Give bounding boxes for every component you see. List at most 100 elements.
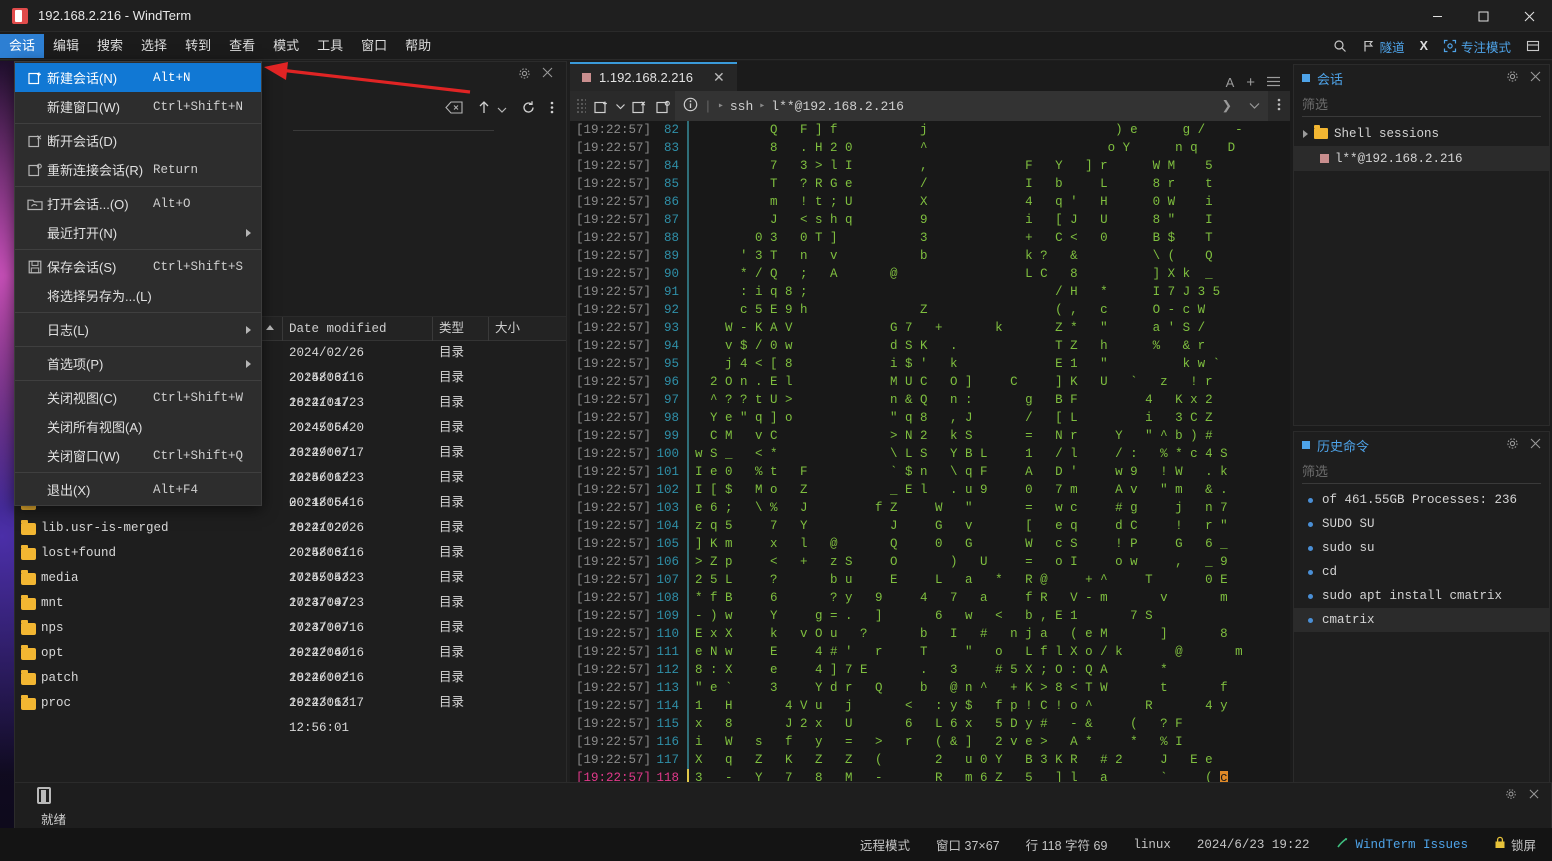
tree-row-shell-sessions[interactable]: Shell sessions [1294, 121, 1549, 146]
focus-mode-button[interactable]: 专注模式 [1437, 35, 1517, 58]
list-item[interactable]: cmatrix [1294, 608, 1549, 632]
tree-row-session[interactable]: l**@192.168.2.216 [1294, 146, 1549, 171]
terminal-line: [19:22:57]85 T ? R G e / I b L 8 r t [570, 175, 1290, 193]
vertical-dots-icon[interactable] [1268, 97, 1290, 115]
gear-icon[interactable] [1506, 437, 1519, 453]
clear-path-icon[interactable] [445, 101, 463, 117]
history-list[interactable]: of 461.55GB Processes: 236SUDO SUsudo su… [1294, 484, 1549, 824]
maximize-button[interactable] [1460, 0, 1506, 32]
menu-item-重新连接会话R[interactable]: 重新连接会话(R)Return [15, 155, 261, 184]
terminal-tab[interactable]: 1.192.168.2.216 ✕ [570, 62, 737, 91]
menu-item-新建会话N[interactable]: 新建会话(N)Alt+N [15, 63, 261, 92]
menu-item-新建窗口W[interactable]: 新建窗口(W)Ctrl+Shift+N [15, 92, 261, 121]
menu-item-退出X[interactable]: 退出(X)Alt+F4 [15, 475, 261, 504]
reconnect-tab-icon[interactable] [651, 94, 675, 118]
status-os[interactable]: linux [1133, 838, 1171, 852]
menu-window[interactable]: 窗口 [352, 34, 396, 58]
search-button[interactable] [1327, 37, 1353, 55]
table-row[interactable]: patch2024/06/16 19:23:13目录 [15, 666, 566, 691]
menu-icon[interactable] [1267, 75, 1280, 90]
list-item[interactable]: cd [1294, 560, 1549, 584]
table-row[interactable]: nps2024/06/16 19:22:40目录 [15, 616, 566, 641]
caret-down-icon[interactable] [613, 94, 627, 118]
file-type: 目录 [433, 666, 489, 691]
menu-select[interactable]: 选择 [132, 34, 176, 58]
close-icon[interactable] [1530, 70, 1541, 86]
status-lock-label[interactable]: 锁屏 [1511, 835, 1536, 854]
menu-item-关闭视图C[interactable]: 关闭视图(C)Ctrl+Shift+W [15, 383, 261, 412]
table-row[interactable]: lib.usr-is-merged2024/02/26 20:58:31目录 [15, 516, 566, 541]
menu-item-关闭所有视图A[interactable]: 关闭所有视图(A) [15, 412, 261, 441]
line-number: 99 [651, 427, 687, 445]
column-type[interactable]: 类型 [433, 317, 489, 341]
table-row[interactable]: mnt2024/04/23 17:37:07目录 [15, 591, 566, 616]
list-item[interactable]: sudo apt install cmatrix [1294, 584, 1549, 608]
status-window-size[interactable]: 窗口 37×67 [936, 835, 1000, 854]
menu-help[interactable]: 帮助 [396, 34, 440, 58]
gear-icon[interactable] [518, 67, 532, 81]
column-date[interactable]: Date modified [283, 317, 433, 341]
menu-item-断开会话D[interactable]: 断开会话(D) [15, 126, 261, 155]
status-issues[interactable]: WindTerm Issues [1335, 836, 1468, 854]
font-size-icon[interactable]: A [1226, 75, 1235, 90]
menu-item-最近打开N[interactable]: 最近打开(N) [15, 218, 261, 247]
layout-button[interactable] [1520, 37, 1546, 55]
menu-tools[interactable]: 工具 [308, 34, 352, 58]
protocol-label[interactable]: ssh [730, 99, 753, 114]
sessions-tree[interactable]: Shell sessions l**@192.168.2.216 [1294, 117, 1549, 425]
menu-item-打开会话O[interactable]: 打开会话...(O)Alt+O [15, 189, 261, 218]
list-item[interactable]: sudo su [1294, 536, 1549, 560]
status-mode[interactable]: 远程模式 [860, 835, 910, 854]
close-icon[interactable] [1530, 437, 1541, 453]
terminal-output[interactable]: [19:22:57]82 Q F ] f j ) e g / -[19:22:5… [570, 121, 1290, 828]
new-tab-icon[interactable] [589, 94, 613, 118]
minimize-button[interactable] [1414, 0, 1460, 32]
column-size[interactable]: 大小 [489, 317, 549, 341]
more-icon[interactable] [550, 100, 554, 118]
status-issues-label[interactable]: WindTerm Issues [1355, 838, 1468, 852]
menu-item-关闭窗口W[interactable]: 关闭窗口(W)Ctrl+Shift+Q [15, 441, 261, 470]
tunnel-button[interactable]: 隧道 [1356, 35, 1411, 58]
refresh-icon[interactable] [521, 100, 536, 118]
menu-view[interactable]: 查看 [220, 34, 264, 58]
info-icon[interactable] [683, 97, 698, 116]
up-icon[interactable] [477, 100, 491, 118]
menu-item-日志L[interactable]: 日志(L) [15, 315, 261, 344]
menu-search[interactable]: 搜索 [88, 34, 132, 58]
chevron-down-icon[interactable] [1240, 91, 1268, 121]
toolbar-grip[interactable] [576, 98, 586, 114]
ssh-target[interactable]: l**@192.168.2.216 [771, 99, 904, 114]
ssh-command-bar[interactable]: | ▸ ssh ▸ l**@192.168.2.216 ❯ [675, 91, 1240, 121]
history-filter-input[interactable]: 筛选 [1302, 458, 1541, 484]
menu-item-首选项P[interactable]: 首选项(P) [15, 349, 261, 378]
chevron-right-icon[interactable]: ❯ [1222, 96, 1232, 117]
line-timestamp: [19:22:57] [570, 625, 651, 643]
sessions-filter-input[interactable]: 筛选 [1302, 91, 1541, 117]
close-icon[interactable] [1529, 788, 1539, 803]
session-dropdown-menu[interactable]: 新建会话(N)Alt+N新建窗口(W)Ctrl+Shift+N 断开会话(D)重新… [14, 61, 262, 506]
dropdown-caret-icon[interactable] [497, 102, 507, 117]
close-tab-icon[interactable] [627, 94, 651, 118]
gear-icon[interactable] [1505, 788, 1517, 803]
close-button[interactable] [1506, 0, 1552, 32]
gear-icon[interactable] [1506, 70, 1519, 86]
menu-mode[interactable]: 模式 [264, 34, 308, 58]
menu-goto[interactable]: 转到 [176, 34, 220, 58]
table-row[interactable]: opt2024/06/16 18:26:02目录 [15, 641, 566, 666]
tab-close-icon[interactable]: ✕ [713, 69, 725, 86]
x-button[interactable]: X [1414, 37, 1434, 55]
table-row[interactable]: media2024/04/23 17:37:07目录 [15, 566, 566, 591]
list-item[interactable]: of 461.55GB Processes: 236 [1294, 488, 1549, 512]
menu-item-保存会话S[interactable]: 保存会话(S)Ctrl+Shift+S [15, 252, 261, 281]
add-icon[interactable]: + [1246, 74, 1255, 91]
status-lock[interactable]: 锁屏 [1494, 835, 1536, 854]
list-item[interactable]: SUDO SU [1294, 512, 1549, 536]
chevron-right-icon[interactable] [1303, 130, 1308, 138]
menu-session[interactable]: 会话 [0, 34, 44, 58]
menu-item-将选择另存为L[interactable]: 将选择另存为...(L) [15, 281, 261, 310]
table-row[interactable]: proc2024/06/17 12:56:01目录 [15, 691, 566, 716]
menu-edit[interactable]: 编辑 [44, 34, 88, 58]
close-icon[interactable] [542, 67, 556, 81]
table-row[interactable]: lost+found2024/06/16 17:55:53目录 [15, 541, 566, 566]
status-cursor-position[interactable]: 行 118 字符 69 [1026, 835, 1108, 854]
